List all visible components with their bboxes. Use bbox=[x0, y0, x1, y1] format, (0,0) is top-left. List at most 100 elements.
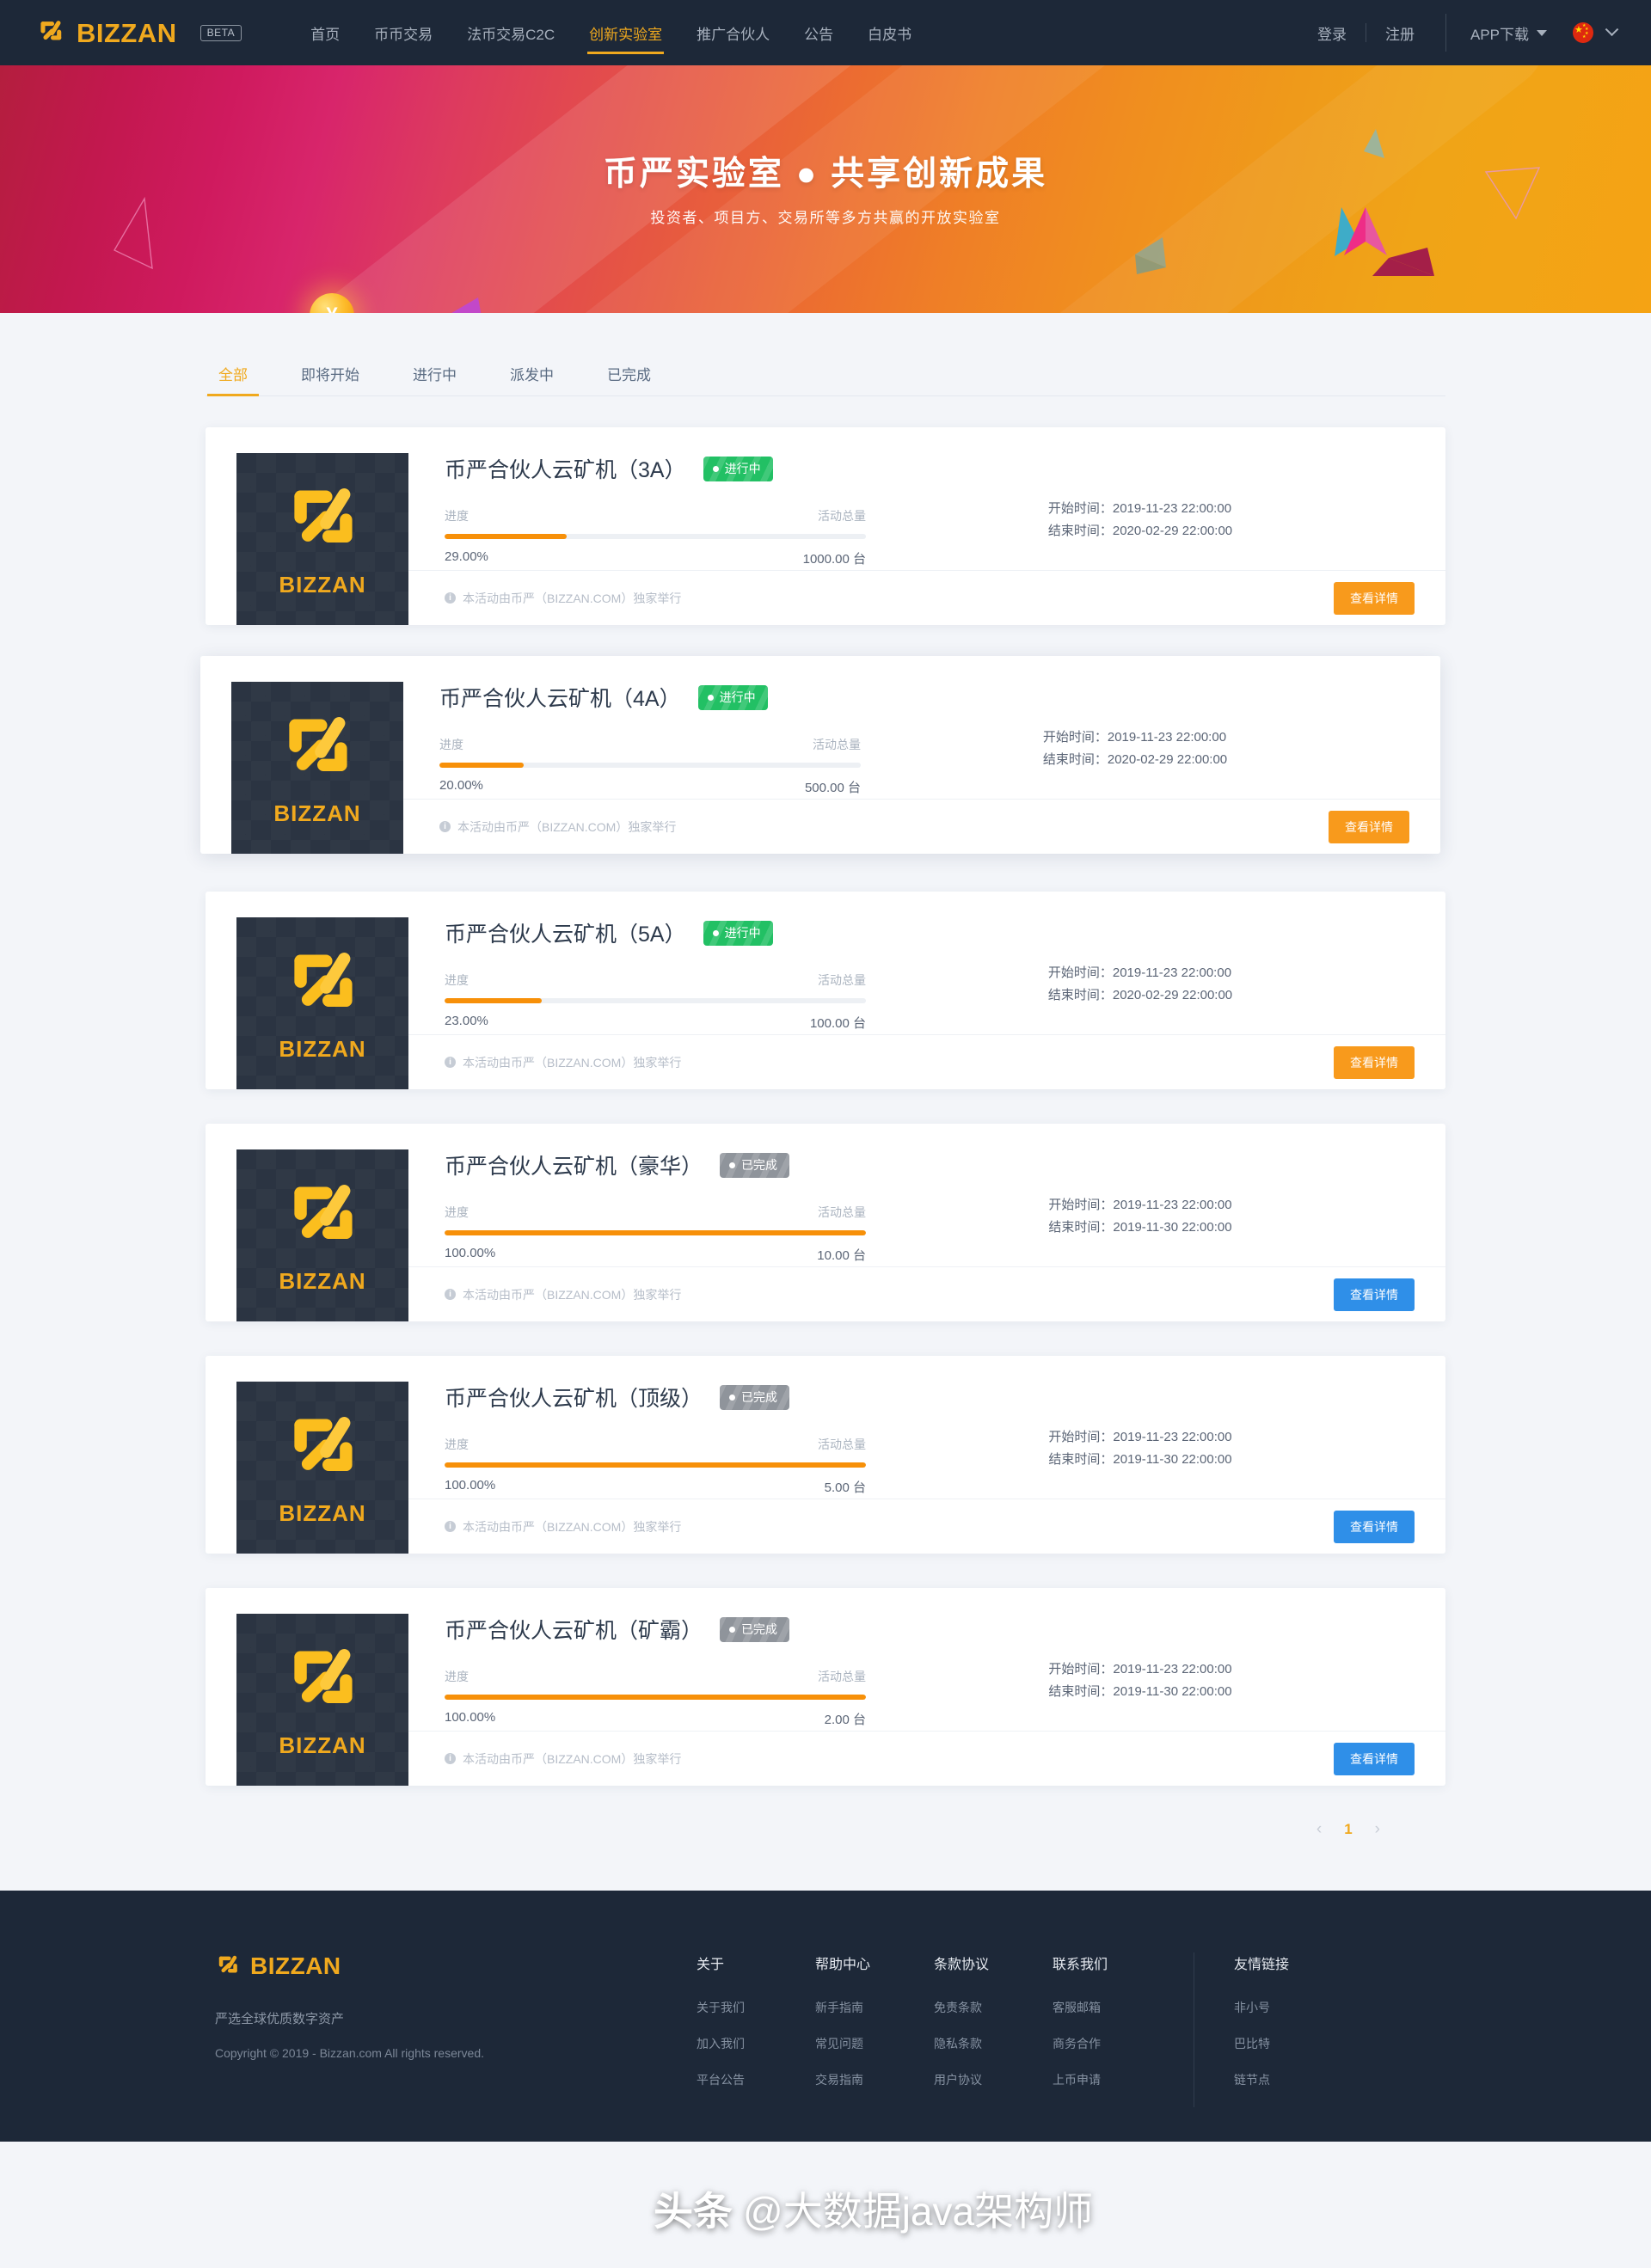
status-label: 进行中 bbox=[724, 462, 761, 475]
tab-0[interactable]: 全部 bbox=[207, 356, 259, 396]
disclaimer-text: 本活动由币严（BIZZAN.COM）独家举行 bbox=[463, 1287, 682, 1302]
footer-brand-block: BIZZAN 严选全球优质数字资产 Copyright © 2019 - Biz… bbox=[215, 1952, 697, 2107]
status-label: 已完成 bbox=[741, 1390, 778, 1404]
footer-link[interactable]: 加入我们 bbox=[697, 2035, 815, 2052]
start-time-row: 开始时间：2019-11-23 22:00:00 bbox=[1048, 1426, 1231, 1449]
nav-item-3[interactable]: 创新实验室 bbox=[572, 0, 679, 66]
view-detail-button[interactable]: 查看详情 bbox=[1334, 1278, 1415, 1311]
nav-item-1[interactable]: 币币交易 bbox=[357, 0, 450, 66]
cn-flag-icon[interactable]: ★ ★ ★ ★ ★ bbox=[1573, 22, 1593, 43]
end-time-label: 结束时间： bbox=[1048, 1220, 1114, 1235]
start-time-value: 2019-11-23 22:00:00 bbox=[1113, 1662, 1232, 1676]
progress-label: 进度 bbox=[445, 509, 469, 523]
hero-banner: ¥ 币严实验室 ● 共享创新成果 投资者、项目方、交易所等多方共赢的开放实验室 bbox=[0, 65, 1651, 313]
view-detail-button[interactable]: 查看详情 bbox=[1334, 581, 1415, 615]
activity-card[interactable]: BIZZAN 币严合伙人云矿机（5A） 进行中 进度 活动总量 23.00% 1… bbox=[206, 892, 1445, 1089]
activity-title: 币严合伙人云矿机（3A） bbox=[445, 458, 686, 482]
thumbnail-label: BIZZAN bbox=[279, 1732, 366, 1758]
tab-1[interactable]: 即将开始 bbox=[297, 356, 364, 395]
bizzan-logo-icon bbox=[294, 1416, 353, 1471]
activity-thumbnail: BIZZAN bbox=[236, 1149, 408, 1321]
activity-card-footer: i 本活动由币严（BIZZAN.COM）独家举行 查看详情 bbox=[403, 799, 1440, 854]
progress-percent: 100.00% bbox=[445, 1478, 496, 1493]
info-icon: i bbox=[445, 1289, 456, 1300]
activity-card[interactable]: BIZZAN 币严合伙人云矿机（4A） 进行中 进度 活动总量 20.00% 5… bbox=[200, 656, 1440, 854]
nav-item-2[interactable]: 法币交易C2C bbox=[450, 0, 572, 66]
activity-card[interactable]: BIZZAN 币严合伙人云矿机（豪华） 已完成 进度 活动总量 100.00% … bbox=[206, 1124, 1445, 1321]
end-time-row: 结束时间：2019-11-30 22:00:00 bbox=[1048, 1681, 1231, 1703]
footer-link[interactable]: 用户协议 bbox=[934, 2071, 1053, 2088]
total-label: 活动总量 bbox=[813, 738, 861, 751]
view-detail-button[interactable]: 查看详情 bbox=[1329, 810, 1409, 843]
page-number-1[interactable]: 1 bbox=[1344, 1821, 1352, 1838]
tab-4[interactable]: 已完成 bbox=[603, 356, 655, 395]
login-link[interactable]: 登录 bbox=[1298, 22, 1366, 44]
pagination: ‹ 1 › bbox=[206, 1820, 1445, 1839]
footer-link[interactable]: 新手指南 bbox=[815, 1999, 934, 2016]
footer-link[interactable]: 关于我们 bbox=[697, 1999, 815, 2016]
activity-card[interactable]: BIZZAN 币严合伙人云矿机（3A） 进行中 进度 活动总量 29.00% 1… bbox=[206, 427, 1445, 625]
bizzan-logo-icon bbox=[40, 21, 62, 40]
footer-link[interactable]: 免责条款 bbox=[934, 1999, 1053, 2016]
nav-item-4[interactable]: 推广合伙人 bbox=[679, 0, 787, 66]
progress-label: 进度 bbox=[445, 1437, 469, 1451]
footer-link[interactable]: 上币申请 bbox=[1053, 2071, 1171, 2088]
total-amount: 500.00 台 bbox=[804, 781, 861, 795]
bizzan-logo-icon bbox=[294, 1648, 353, 1703]
register-link[interactable]: 注册 bbox=[1366, 22, 1433, 44]
status-dot-icon bbox=[729, 1162, 736, 1168]
status-badge: 已完成 bbox=[720, 1616, 790, 1642]
footer-link[interactable]: 链节点 bbox=[1234, 2071, 1337, 2088]
status-badge: 进行中 bbox=[697, 684, 768, 710]
nav-item-5[interactable]: 公告 bbox=[787, 0, 850, 66]
footer-link[interactable]: 商务合作 bbox=[1053, 2035, 1171, 2052]
activity-thumbnail: BIZZAN bbox=[236, 1614, 408, 1786]
footer-link[interactable]: 非小号 bbox=[1234, 1999, 1337, 2016]
thumbnail-label: BIZZAN bbox=[279, 1267, 366, 1294]
footer-logo[interactable]: BIZZAN bbox=[215, 1952, 697, 1980]
view-detail-button[interactable]: 查看详情 bbox=[1334, 1742, 1415, 1775]
next-page-icon[interactable]: › bbox=[1375, 1820, 1380, 1839]
info-icon: i bbox=[445, 1057, 456, 1068]
divider bbox=[1445, 14, 1446, 52]
start-time-value: 2019-11-23 22:00:00 bbox=[1112, 965, 1232, 980]
activity-card-body: 币严合伙人云矿机（顶级） 已完成 进度 活动总量 100.00% 5.00 台 bbox=[408, 1382, 1445, 1554]
view-detail-button[interactable]: 查看详情 bbox=[1334, 1045, 1415, 1079]
progress-percent: 23.00% bbox=[445, 1014, 488, 1028]
app-download-dropdown[interactable]: APP下载 bbox=[1458, 22, 1556, 44]
start-time-row: 开始时间：2019-11-23 22:00:00 bbox=[1048, 498, 1232, 520]
bizzan-logo-icon bbox=[294, 1184, 353, 1239]
total-amount: 5.00 台 bbox=[824, 1480, 866, 1495]
nav-item-6[interactable]: 白皮书 bbox=[850, 0, 929, 66]
tab-2[interactable]: 进行中 bbox=[408, 356, 461, 395]
footer-link[interactable]: 常见问题 bbox=[815, 2035, 934, 2052]
footer-link[interactable]: 巴比特 bbox=[1234, 2035, 1337, 2052]
total-label: 活动总量 bbox=[818, 1670, 866, 1683]
brand-logo[interactable]: BIZZAN BETA bbox=[36, 18, 242, 47]
footer-link[interactable]: 隐私条款 bbox=[934, 2035, 1053, 2052]
status-label: 进行中 bbox=[724, 926, 761, 940]
view-detail-button[interactable]: 查看详情 bbox=[1334, 1510, 1415, 1543]
footer-link[interactable]: 平台公告 bbox=[697, 2071, 815, 2088]
end-time-row: 结束时间：2020-02-29 22:00:00 bbox=[1048, 520, 1232, 542]
progress-bar bbox=[445, 1695, 866, 1700]
info-icon: i bbox=[445, 1521, 456, 1532]
footer-link[interactable]: 客服邮箱 bbox=[1053, 1999, 1171, 2016]
prev-page-icon[interactable]: ‹ bbox=[1317, 1820, 1322, 1839]
footer-column-0: 关于 关于我们 加入我们 平台公告 bbox=[697, 1952, 815, 2107]
nav-item-0[interactable]: 首页 bbox=[293, 0, 357, 66]
activity-card[interactable]: BIZZAN 币严合伙人云矿机（矿霸） 已完成 进度 活动总量 100.00% … bbox=[206, 1588, 1445, 1786]
activity-card-footer: i 本活动由币严（BIZZAN.COM）独家举行 查看详情 bbox=[408, 1499, 1445, 1554]
activity-card-footer: i 本活动由币严（BIZZAN.COM）独家举行 查看详情 bbox=[408, 1266, 1445, 1321]
site-header: BIZZAN BETA 首页 币币交易 法币交易C2C 创新实验室 推广合伙人 公告 白皮书… bbox=[0, 0, 1651, 65]
end-time-value: 2019-11-30 22:00:00 bbox=[1113, 1452, 1232, 1468]
site-footer: BIZZAN 严选全球优质数字资产 Copyright © 2019 - Biz… bbox=[0, 1891, 1651, 2142]
activity-times: 开始时间：2019-11-23 22:00:00 结束时间：2020-02-29… bbox=[1043, 726, 1227, 772]
chevron-down-icon[interactable] bbox=[1605, 21, 1619, 36]
activity-card[interactable]: BIZZAN 币严合伙人云矿机（顶级） 已完成 进度 活动总量 100.00% … bbox=[206, 1356, 1445, 1554]
tab-3[interactable]: 派发中 bbox=[506, 356, 558, 395]
footer-link[interactable]: 交易指南 bbox=[815, 2071, 934, 2088]
end-time-label: 结束时间： bbox=[1042, 752, 1108, 768]
start-time-row: 开始时间：2019-11-23 22:00:00 bbox=[1043, 726, 1227, 749]
watermark-handle: @大数据java架构师 bbox=[743, 2189, 1094, 2234]
